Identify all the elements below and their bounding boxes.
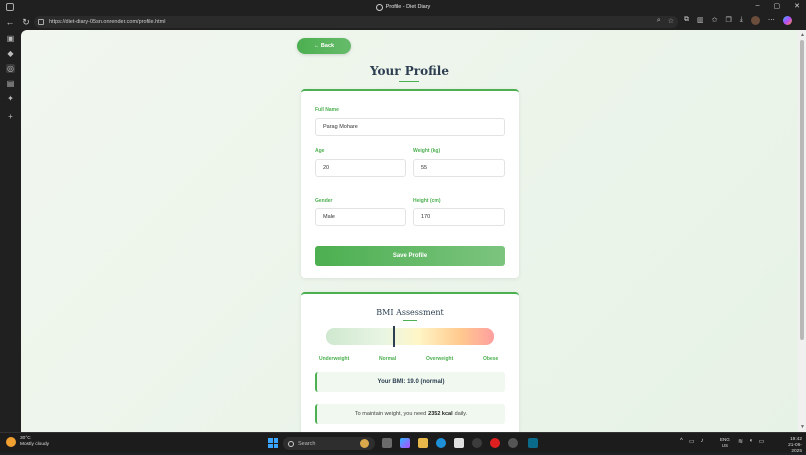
downloads-icon[interactable]: ⤓ [740, 16, 743, 25]
file-explorer-icon[interactable] [418, 438, 428, 448]
bmi-title: BMI Assessment [376, 308, 444, 317]
windows-taskbar: 30°C Mostly cloudy Search ^ ▭ ♪ ENG US ≋… [0, 432, 806, 455]
search-icon [288, 440, 294, 447]
favorites-icon[interactable]: ✩ [712, 16, 718, 25]
weather-icon [6, 437, 16, 447]
taskbar-search[interactable]: Search [283, 437, 375, 450]
window-controls: – ▢ ✕ [756, 2, 800, 10]
gender-label: Gender [315, 198, 333, 204]
keyboard-region: US [721, 443, 729, 448]
site-info-icon[interactable] [38, 19, 44, 25]
bmi-card: BMI Assessment Underweight Normal Overwe… [301, 292, 519, 432]
browser-toolbar: ← ↻ https://diet-diary-05sn.onrender.com… [0, 14, 806, 30]
wifi-icon[interactable]: ≋ [738, 438, 743, 445]
browser-sidebar: ▣ ◆ ◎ ▤ ✦ + [0, 30, 21, 432]
extensions-icon[interactable]: ⧉ [684, 16, 689, 25]
page-scrollbar[interactable]: ▲ ▼ [798, 30, 806, 432]
store-icon[interactable] [454, 438, 464, 448]
gender-select[interactable]: Male [315, 208, 406, 226]
bmi-title-underline [403, 320, 417, 321]
battery-icon[interactable]: ▭ [759, 438, 765, 445]
maximize-icon[interactable]: ▢ [774, 2, 781, 10]
language-indicator[interactable]: ENG US [720, 437, 730, 449]
browser-actions: ⧉ ▥ ✩ ❐ ⤓ ⋯ [684, 16, 792, 25]
scroll-down-icon[interactable]: ▼ [800, 424, 805, 430]
copilot-app-icon[interactable] [400, 438, 410, 448]
network-tray: ≋ ◖ ▭ [738, 438, 764, 445]
weather-desc: Mostly cloudy [20, 442, 50, 447]
weight-input[interactable]: 55 [413, 159, 505, 177]
calorie-advice: To maintain weight, you need 2352 kcal d… [315, 404, 505, 424]
profile-form-card: Full Name Parag Mohare Age 20 Weight (kg… [301, 89, 519, 278]
full-name-input[interactable]: Parag Mohare [315, 118, 505, 136]
window-title-bar: Profile - Diet Diary – ▢ ✕ [0, 0, 806, 14]
scrollbar-thumb[interactable] [800, 40, 804, 340]
bmi-scale-bar [326, 328, 494, 345]
bmi-category-normal: Normal [379, 356, 397, 362]
weight-label: Weight (kg) [413, 148, 441, 154]
title-underline [399, 81, 419, 82]
refresh-icon[interactable]: ↻ [20, 16, 32, 28]
code-editor-icon[interactable] [528, 438, 538, 448]
bmi-result: Your BMI: 19.0 (normal) [315, 372, 505, 392]
address-bar-actions: ⌕ ☆ [657, 17, 674, 25]
close-icon[interactable]: ✕ [794, 2, 800, 10]
window-title: Profile - Diet Diary [375, 3, 431, 11]
split-screen-icon[interactable]: ▥ [697, 16, 704, 25]
page-title: Your Profile [369, 64, 450, 78]
system-tray: ^ ▭ ♪ [680, 438, 704, 445]
save-profile-button[interactable]: Save Profile [315, 246, 505, 266]
pinned-tab-icon[interactable]: ▤ [6, 79, 15, 88]
pinned-site-icon[interactable]: ✦ [6, 94, 15, 103]
bmi-category-overweight: Overweight [426, 356, 454, 362]
tray-folder-icon[interactable]: ▭ [689, 438, 695, 445]
bmi-marker [393, 326, 396, 347]
pinned-app-icon[interactable]: ◆ [6, 49, 15, 58]
add-tab-icon[interactable]: + [6, 112, 15, 121]
search-highlight-icon [360, 439, 369, 448]
favorite-star-icon[interactable]: ☆ [668, 17, 674, 25]
age-input[interactable]: 20 [315, 159, 406, 177]
full-name-label: Full Name [315, 107, 339, 113]
clock-date: 21-06-2025 [788, 443, 802, 454]
github-icon[interactable] [508, 438, 518, 448]
height-input[interactable]: 170 [413, 208, 505, 226]
microphone-icon[interactable]: ♪ [701, 438, 704, 445]
back-arrow-icon[interactable]: ← [4, 16, 16, 28]
start-menu-icon[interactable] [268, 438, 278, 448]
window-title-text: Profile - Diet Diary [385, 4, 431, 10]
volume-icon[interactable]: ◖ [749, 438, 753, 445]
height-label: Height (cm) [413, 198, 441, 204]
page-viewport: ← Back Your Profile Full Name Parag Moha… [21, 30, 798, 432]
tray-overflow-icon[interactable]: ^ [680, 438, 683, 445]
workspaces-icon[interactable] [6, 3, 14, 11]
advice-kcal: 2352 kcal [428, 411, 453, 417]
advice-suffix: daily. [454, 411, 468, 417]
more-menu-icon[interactable]: ⋯ [768, 16, 775, 25]
opera-icon[interactable] [490, 438, 500, 448]
scroll-up-icon[interactable]: ▲ [800, 32, 805, 38]
zoom-icon[interactable]: ⌕ [657, 17, 661, 25]
advice-prefix: To maintain weight, you need [354, 411, 427, 417]
minimize-icon[interactable]: – [756, 2, 760, 10]
app-icon-dark[interactable] [472, 438, 482, 448]
url-text[interactable]: https://diet-diary-05sn.onrender.com/pro… [49, 19, 165, 25]
collections-icon[interactable]: ❐ [726, 16, 732, 25]
profile-avatar-icon[interactable] [750, 16, 760, 25]
copilot-icon[interactable] [782, 16, 792, 25]
bmi-category-obese: Obese [483, 356, 499, 362]
weather-widget[interactable]: 30°C Mostly cloudy [6, 436, 49, 448]
system-clock[interactable]: 19:42 21-06-2025 [778, 437, 802, 455]
back-button[interactable]: ← Back [297, 38, 351, 54]
age-label: Age [315, 148, 325, 154]
edge-browser-icon[interactable] [436, 438, 446, 448]
task-view-icon[interactable] [382, 438, 392, 448]
tab-actions-icon[interactable]: ▣ [6, 34, 15, 43]
address-bar[interactable]: https://diet-diary-05sn.onrender.com/pro… [34, 16, 678, 28]
globe-icon [375, 3, 383, 11]
bmi-category-underweight: Underweight [319, 356, 350, 362]
current-tab-globe-icon[interactable]: ◎ [6, 64, 15, 73]
taskbar-search-label: Search [298, 440, 316, 447]
